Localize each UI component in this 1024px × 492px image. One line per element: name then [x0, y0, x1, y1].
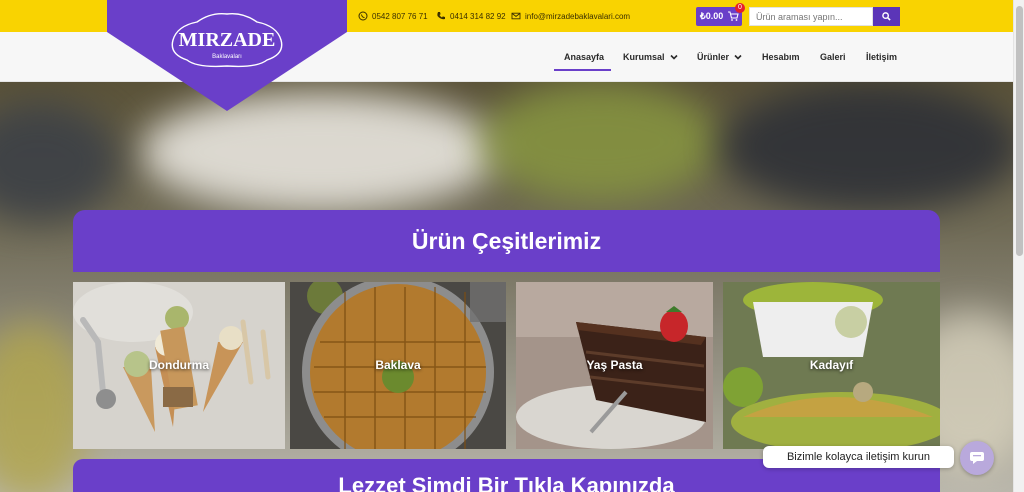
- nav-label: Anasayfa: [564, 52, 605, 62]
- page-scrollbar[interactable]: [1013, 0, 1024, 492]
- section-title: Ürün Çeşitlerimiz: [73, 210, 940, 272]
- nav-item-urunler[interactable]: Ürünler: [697, 32, 742, 82]
- email-link[interactable]: info@mirzadebaklavalari.com: [511, 0, 630, 32]
- email-text: info@mirzadebaklavalari.com: [525, 11, 631, 21]
- category-card-baklava[interactable]: Baklava: [290, 282, 506, 449]
- category-label: Dondurma: [149, 358, 209, 372]
- phone-2-text: 0414 314 82 92: [450, 11, 506, 21]
- phone-2-link[interactable]: 0414 314 82 92: [436, 0, 506, 32]
- nav-label: İletişim: [866, 52, 898, 62]
- nav-label: Ürünler: [697, 52, 730, 62]
- whatsapp-icon: [358, 11, 368, 21]
- scrollbar-thumb[interactable]: [1016, 6, 1023, 256]
- category-label: Baklava: [375, 358, 421, 372]
- logo-subtext: Baklavaları: [212, 54, 242, 60]
- phone-1-text: 0542 807 76 71: [372, 11, 428, 21]
- nav-label: Kurumsal: [623, 52, 665, 62]
- category-card-kadayif[interactable]: Kadayıf: [723, 282, 940, 449]
- cart-button[interactable]: ₺0.00 0: [696, 3, 745, 26]
- phone-icon: [437, 12, 445, 20]
- site-logo[interactable]: MIRZADE Baklavaları: [107, 0, 347, 111]
- chat-button[interactable]: [960, 441, 994, 475]
- logo-text: MIRZADE: [179, 29, 276, 51]
- hero-bg-blur: [0, 102, 120, 222]
- logo-badge: MIRZADE Baklavaları: [107, 0, 347, 111]
- hero-bg-blur: [720, 82, 1013, 212]
- nav-label: Hesabım: [762, 52, 800, 62]
- nav-item-kurumsal[interactable]: Kurumsal: [623, 32, 678, 82]
- search-button[interactable]: [873, 7, 900, 26]
- nav-label: Galeri: [820, 52, 846, 62]
- cart-amount: ₺0.00: [700, 11, 724, 21]
- phone-1-link[interactable]: 0542 807 76 71: [358, 0, 428, 32]
- chat-prompt[interactable]: Bizimle kolayca iletişim kurun: [763, 446, 954, 468]
- category-label: Yaş Pasta: [586, 358, 643, 372]
- search-icon: [882, 12, 891, 21]
- chat-icon: [970, 452, 984, 464]
- delivery-title: Lezzet Şimdi Bir Tıkla Kapınızda: [338, 473, 675, 492]
- category-card-dondurma[interactable]: Dondurma: [73, 282, 285, 449]
- chat-prompt-text: Bizimle kolayca iletişim kurun: [786, 451, 931, 463]
- nav-active-indicator: [554, 69, 611, 71]
- category-label: Kadayıf: [809, 358, 854, 372]
- nav-item-iletisim[interactable]: İletişim: [866, 32, 897, 82]
- search-input[interactable]: [749, 7, 873, 26]
- hero-bg-blur: [480, 82, 720, 202]
- chevron-down-icon: [669, 54, 678, 60]
- category-card-yas-pasta[interactable]: Yaş Pasta: [516, 282, 713, 449]
- cart-count-badge: 0: [735, 3, 745, 13]
- chevron-down-icon: [734, 54, 742, 60]
- nav-item-galeri[interactable]: Galeri: [820, 32, 846, 82]
- nav-item-anasayfa[interactable]: Anasayfa: [564, 32, 604, 82]
- nav-item-hesabim[interactable]: Hesabım: [762, 32, 800, 82]
- mail-icon: [511, 12, 521, 20]
